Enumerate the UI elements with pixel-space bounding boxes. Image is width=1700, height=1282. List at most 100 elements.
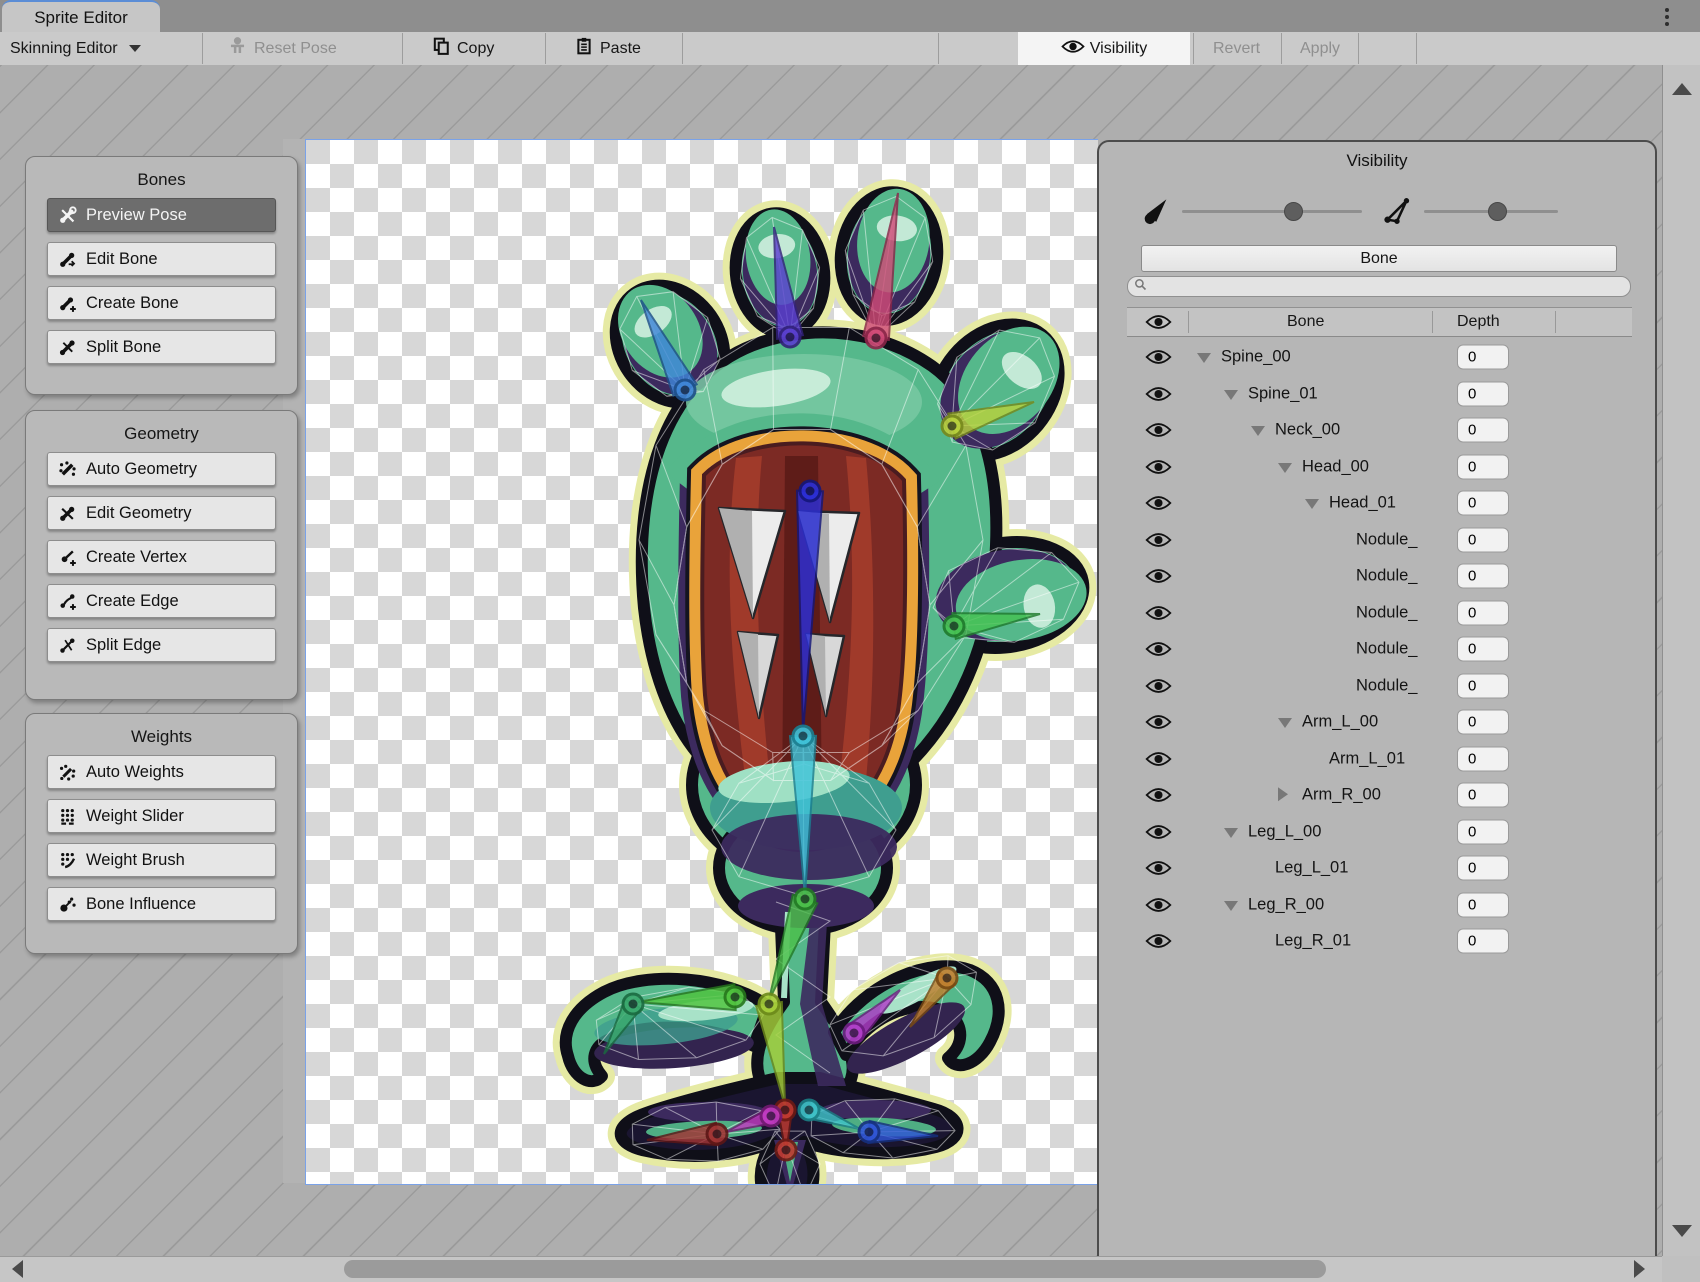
visibility-column-eye-icon[interactable] (1145, 314, 1172, 330)
split-bone-button[interactable]: Split Bone (47, 330, 276, 364)
bone-row-nodule-8[interactable]: Nodule_ (1099, 631, 1659, 668)
copy-button[interactable]: Copy (432, 32, 494, 65)
visibility-eye-icon[interactable] (1145, 824, 1172, 840)
bone-row-leg_r_01-16[interactable]: Leg_R_01 (1099, 923, 1659, 960)
bone-row-head_00-3[interactable]: Head_00 (1099, 449, 1659, 486)
revert-button[interactable]: Revert (1213, 32, 1260, 65)
depth-input[interactable] (1457, 929, 1509, 954)
bone-name[interactable]: Nodule_ (1356, 676, 1417, 695)
skinning-editor-dropdown[interactable]: Skinning Editor (10, 32, 141, 65)
foldout-open-icon[interactable] (1278, 718, 1292, 728)
bone-name[interactable]: Arm_L_00 (1302, 713, 1378, 732)
visibility-eye-icon[interactable] (1145, 897, 1172, 913)
foldout-closed-icon[interactable] (1278, 788, 1288, 802)
bone-name[interactable]: Head_01 (1329, 494, 1396, 513)
depth-input[interactable] (1457, 783, 1509, 808)
visibility-eye-icon[interactable] (1145, 386, 1172, 402)
bone-name[interactable]: Spine_00 (1221, 348, 1291, 367)
bone-row-nodule-5[interactable]: Nodule_ (1099, 522, 1659, 559)
edit-bone-button[interactable]: Edit Bone (47, 242, 276, 276)
foldout-open-icon[interactable] (1224, 390, 1238, 400)
tab-sprite-editor[interactable]: Sprite Editor (2, 0, 160, 34)
visibility-toggle-button[interactable]: Visibility (1018, 32, 1190, 65)
visibility-eye-icon[interactable] (1145, 714, 1172, 730)
column-header-bone[interactable]: Bone (1287, 313, 1324, 331)
depth-input[interactable] (1457, 527, 1509, 552)
visibility-eye-icon[interactable] (1145, 568, 1172, 584)
depth-input[interactable] (1457, 710, 1509, 735)
depth-input[interactable] (1457, 856, 1509, 881)
depth-input[interactable] (1457, 418, 1509, 443)
bone-name[interactable]: Nodule_ (1356, 567, 1417, 586)
bone-name[interactable]: Nodule_ (1356, 530, 1417, 549)
search-box[interactable] (1127, 276, 1631, 297)
foldout-open-icon[interactable] (1197, 353, 1211, 363)
bone-opacity-track[interactable] (1182, 210, 1362, 213)
visibility-eye-icon[interactable] (1145, 422, 1172, 438)
overflow-menu-icon[interactable] (1652, 4, 1682, 30)
bone-name[interactable]: Leg_R_01 (1275, 932, 1351, 951)
visibility-eye-icon[interactable] (1145, 860, 1172, 876)
auto-geometry-button[interactable]: Auto Geometry (47, 452, 276, 486)
scroll-down-icon[interactable] (1672, 1225, 1692, 1237)
bone-row-spine_01-1[interactable]: Spine_01 (1099, 376, 1659, 413)
bone-name[interactable]: Neck_00 (1275, 421, 1340, 440)
bone-row-spine_00-0[interactable]: Spine_00 (1099, 339, 1659, 376)
bone-name[interactable]: Leg_R_00 (1248, 895, 1324, 914)
depth-input[interactable] (1457, 637, 1509, 662)
bone-row-leg_l_00-13[interactable]: Leg_L_00 (1099, 814, 1659, 851)
depth-input[interactable] (1457, 819, 1509, 844)
create-vertex-button[interactable]: Create Vertex (47, 540, 276, 574)
bone-name[interactable]: Nodule_ (1356, 640, 1417, 659)
bone-name[interactable]: Arm_R_00 (1302, 786, 1381, 805)
auto-weights-button[interactable]: Auto Weights (47, 755, 276, 789)
bone-name[interactable]: Nodule_ (1356, 603, 1417, 622)
bone-influence-button[interactable]: Bone Influence (47, 887, 276, 921)
scroll-right-icon[interactable] (1634, 1260, 1645, 1278)
column-header-depth[interactable]: Depth (1457, 313, 1500, 331)
bone-row-nodule-6[interactable]: Nodule_ (1099, 558, 1659, 595)
depth-input[interactable] (1457, 381, 1509, 406)
scroll-up-icon[interactable] (1672, 83, 1692, 95)
visibility-eye-icon[interactable] (1145, 641, 1172, 657)
visibility-eye-icon[interactable] (1145, 495, 1172, 511)
foldout-open-icon[interactable] (1305, 499, 1319, 509)
bone-name[interactable]: Head_00 (1302, 457, 1369, 476)
bone-row-nodule-7[interactable]: Nodule_ (1099, 595, 1659, 632)
visibility-eye-icon[interactable] (1145, 605, 1172, 621)
sprite-canvas[interactable] (305, 139, 1098, 1185)
weight-slider-button[interactable]: Weight Slider (47, 799, 276, 833)
scroll-left-icon[interactable] (12, 1260, 23, 1278)
split-edge-button[interactable]: Split Edge (47, 628, 276, 662)
create-edge-button[interactable]: Create Edge (47, 584, 276, 618)
bone-name[interactable]: Leg_L_00 (1248, 822, 1321, 841)
bone-row-leg_r_00-15[interactable]: Leg_R_00 (1099, 887, 1659, 924)
visibility-eye-icon[interactable] (1145, 459, 1172, 475)
depth-input[interactable] (1457, 892, 1509, 917)
depth-input[interactable] (1457, 345, 1509, 370)
bone-row-leg_l_01-14[interactable]: Leg_L_01 (1099, 850, 1659, 887)
bone-name[interactable]: Spine_01 (1248, 384, 1318, 403)
foldout-open-icon[interactable] (1224, 901, 1238, 911)
depth-input[interactable] (1457, 746, 1509, 771)
bone-row-nodule-9[interactable]: Nodule_ (1099, 668, 1659, 705)
bone-row-arm_l_00-10[interactable]: Arm_L_00 (1099, 704, 1659, 741)
bone-row-arm_l_01-11[interactable]: Arm_L_01 (1099, 741, 1659, 778)
foldout-open-icon[interactable] (1224, 828, 1238, 838)
paste-button[interactable]: Paste (575, 32, 641, 65)
visibility-eye-icon[interactable] (1145, 787, 1172, 803)
bone-row-neck_00-2[interactable]: Neck_00 (1099, 412, 1659, 449)
bone-name[interactable]: Leg_L_01 (1275, 859, 1348, 878)
tab-bone[interactable]: Bone (1141, 245, 1617, 272)
visibility-eye-icon[interactable] (1145, 933, 1172, 949)
bone-row-arm_r_00-12[interactable]: Arm_R_00 (1099, 777, 1659, 814)
bone-name[interactable]: Arm_L_01 (1329, 749, 1405, 768)
foldout-open-icon[interactable] (1278, 463, 1292, 473)
depth-input[interactable] (1457, 454, 1509, 479)
foldout-open-icon[interactable] (1251, 426, 1265, 436)
depth-input[interactable] (1457, 600, 1509, 625)
preview-pose-button[interactable]: Preview Pose (47, 198, 276, 232)
vertical-scrollbar[interactable] (1662, 65, 1700, 1256)
search-input[interactable] (1151, 278, 1615, 295)
bone-opacity-knob[interactable] (1284, 202, 1303, 221)
